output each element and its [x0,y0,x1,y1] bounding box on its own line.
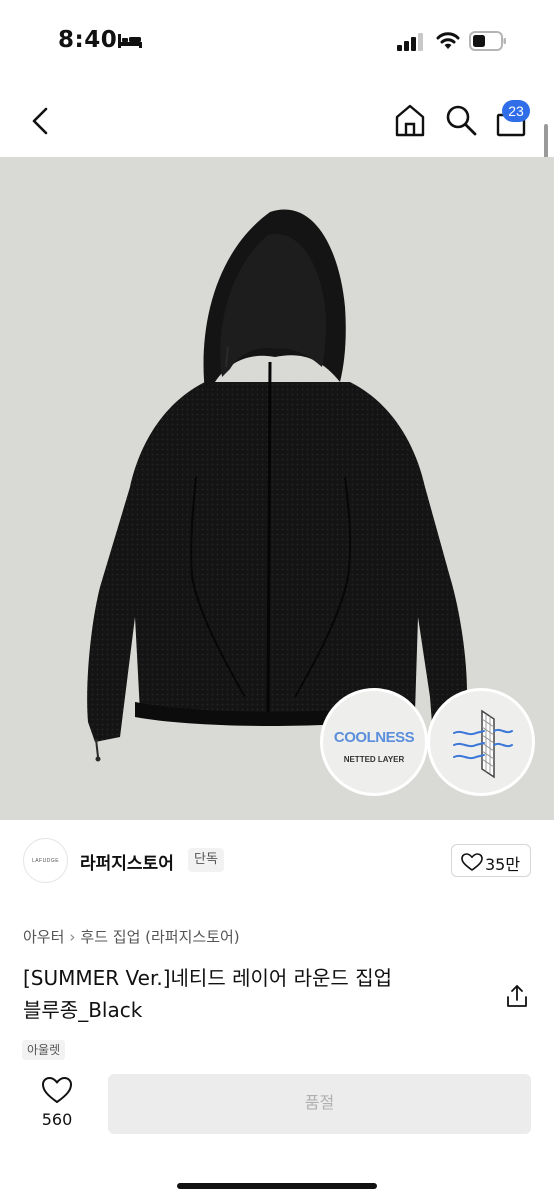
coolness-badge-title: COOLNESS [333,729,415,746]
outlet-tag: 아울렛 [22,1040,66,1060]
back-button[interactable] [26,104,56,138]
heart-icon [42,1077,72,1103]
wifi-icon [436,31,460,55]
back-chevron-icon [32,107,48,135]
nav-bar [0,92,554,150]
search-button[interactable] [443,102,479,138]
status-time: 8:40 [58,27,118,53]
netted-layer-badge [427,688,535,796]
home-indicator [177,1183,377,1189]
breadcrumb: 아우터 › 후드 집업 (라퍼지스토어) [23,926,240,947]
netted-layer-icon [453,709,513,779]
store-logo[interactable]: LAFUDGE [23,838,68,883]
wish-count: 560 [41,1110,73,1129]
product-title: [SUMMER Ver.]네티드 레이어 라운드 집업 블루종_Black [23,962,483,1026]
battery-icon [469,31,507,55]
home-icon [395,104,425,137]
store-exclusive-tag: 단독 [188,848,224,872]
status-bar: 8:40 [0,0,554,78]
breadcrumb-subcategory[interactable]: 후드 집업 (라퍼지스토어) [80,928,239,946]
store-like-count: 35만 [485,855,521,874]
breadcrumb-category[interactable]: 아우터 [23,928,64,946]
cellular-signal-icon [397,33,425,55]
home-button[interactable] [392,102,428,138]
sold-out-button[interactable]: 품절 [108,1074,531,1134]
like-store-button[interactable]: 35만 [451,844,531,877]
wish-button[interactable]: 560 [32,1074,82,1130]
heart-icon [461,853,483,871]
search-icon [446,105,477,136]
product-title-line1: [SUMMER Ver.]네티드 레이어 라운드 집업 [23,966,392,990]
share-icon [507,985,527,1007]
coolness-badge: COOLNESS NETTED LAYER [320,688,428,796]
cart-count-badge: 23 [502,100,530,122]
product-image[interactable]: COOLNESS NETTED LAYER [0,157,554,820]
coolness-badge-subtitle: NETTED LAYER [343,755,405,764]
product-title-line2: 블루종_Black [23,998,143,1022]
chevron-right-icon: › [69,928,76,946]
share-button[interactable] [505,983,529,1009]
store-name[interactable]: 라퍼지스토어 [80,849,174,874]
store-row[interactable]: LAFUDGE 라퍼지스토어 단독 35만 [0,836,554,886]
bed-icon [117,33,143,53]
